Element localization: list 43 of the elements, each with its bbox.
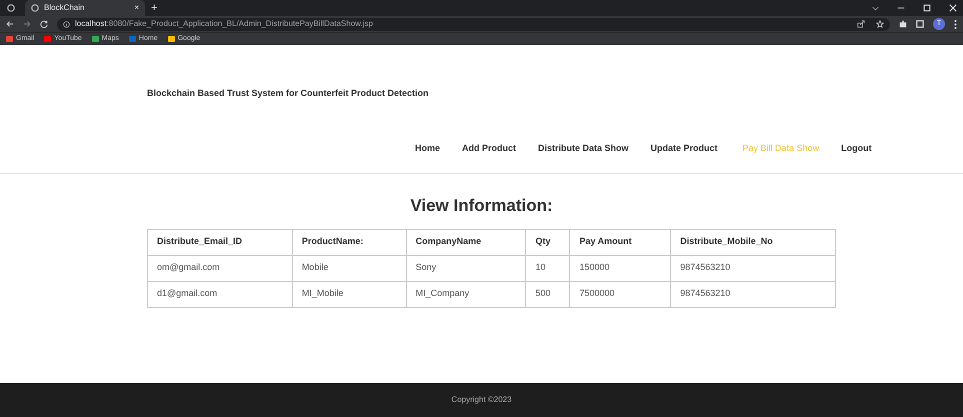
close-icon[interactable] [949,4,957,12]
table-cell: d1@gmail.com [148,281,292,307]
url-text: localhost:8080/Fake_Product_Application_BL/Admin_DistributePayBillDataShow.jsp [75,18,373,30]
forward-icon[interactable] [23,20,31,28]
address-bar[interactable]: localhost:8080/Fake_Product_Application_BL/Admin_DistributePayBillDataShow.jsp [57,18,890,30]
site-title: Blockchain Based Trust System for Counterfeit Product Detection [147,87,430,100]
menu-icon[interactable] [954,20,957,28]
table-cell: 9874563210 [670,255,836,281]
browser-tab[interactable]: BlockChain × [25,0,145,16]
star-icon[interactable] [876,20,884,28]
table-cell: 7500000 [570,281,671,307]
column-header: Qty [526,229,570,255]
footer: Copyright ©2023 [0,383,963,417]
close-icon[interactable]: × [134,2,139,14]
table-cell: 500 [526,281,570,307]
table-cell: MI_Mobile [292,281,406,307]
column-header: Distribute_Mobile_No [670,229,836,255]
nav-link[interactable]: Add Product [462,142,516,155]
nav-link[interactable]: Update Product [650,142,718,155]
table-cell: Sony [406,255,526,281]
new-tab-button[interactable]: + [151,0,158,16]
back-icon[interactable] [6,20,14,28]
reload-icon[interactable] [40,20,48,28]
table-cell: 150000 [570,255,671,281]
chevron-icon[interactable] [872,6,879,10]
nav-link[interactable]: Distribute Data Show [538,142,629,155]
nav-link[interactable]: Logout [841,142,872,155]
column-header: CompanyName [406,229,526,255]
column-header: ProductName: [292,229,406,255]
share-icon[interactable] [857,20,865,28]
table-cell: om@gmail.com [148,255,292,281]
nav-link[interactable]: Home [415,142,440,155]
page-heading: View Information: [409,195,554,217]
table-cell: 10 [526,255,570,281]
sidebar-icon[interactable] [916,20,924,28]
restore-icon[interactable] [923,4,931,12]
table-cell: MI_Company [406,281,526,307]
column-header: Distribute_Email_ID [148,229,292,255]
table-cell: Mobile [292,255,406,281]
table-cell: 9874563210 [670,281,836,307]
column-header: Pay Amount [570,229,671,255]
tab-title: BlockChain [44,2,86,14]
info-icon [63,20,70,28]
